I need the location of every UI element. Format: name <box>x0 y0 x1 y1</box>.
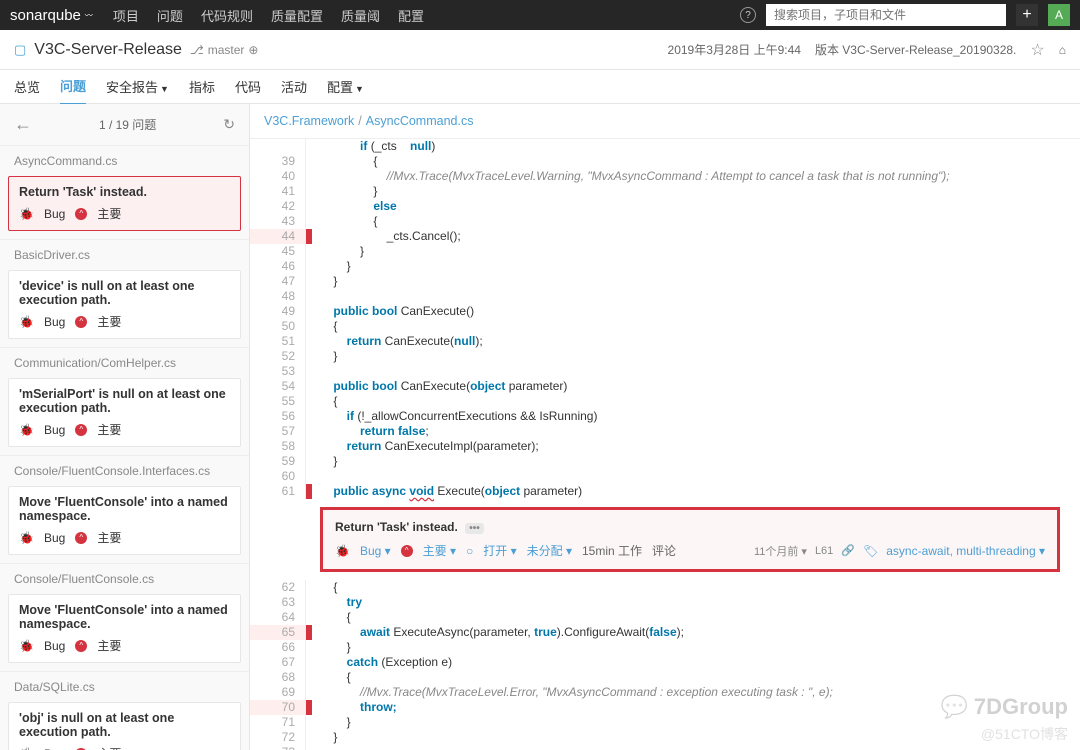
favorite-icon[interactable]: ☆ <box>1030 40 1044 60</box>
bug-icon: 🐞 <box>19 207 34 221</box>
issue-title: Return 'Task' instead. ••• <box>335 520 1045 534</box>
file-separator: Data/SQLite.cs <box>0 671 249 698</box>
severity-icon: ^ <box>75 640 87 652</box>
help-icon[interactable]: ? <box>740 7 756 23</box>
topnav-item[interactable]: 质量配置 <box>271 6 323 25</box>
issue-counter: 1 / 19 问题 <box>99 116 156 133</box>
project-name[interactable]: V3C-Server-Release <box>34 41 182 59</box>
project-icon: ▢ <box>14 42 26 58</box>
breadcrumb[interactable]: V3C.Framework/AsyncCommand.cs <box>250 104 1080 139</box>
branch-selector[interactable]: ⎇ master ⊕ <box>190 43 259 57</box>
bug-icon: 🐞 <box>19 531 34 545</box>
file-separator: Console/FluentConsole.cs <box>0 563 249 590</box>
tab[interactable]: 指标 <box>189 69 215 104</box>
top-nav: 项目问题代码规则质量配置质量阈配置 <box>113 6 740 25</box>
add-button[interactable]: + <box>1016 4 1038 26</box>
severity-icon: ^ <box>75 208 87 220</box>
watermark: 💬 7DGroup <box>940 694 1068 720</box>
severity-icon: ^ <box>75 316 87 328</box>
issue-item[interactable]: 'mSerialPort' is null on at least one ex… <box>8 378 241 447</box>
home-icon[interactable]: ⌂ <box>1059 43 1066 57</box>
tab[interactable]: 配置▼ <box>327 69 364 104</box>
severity-icon: ^ <box>75 532 87 544</box>
assign-selector[interactable]: 未分配 ▾ <box>527 542 572 559</box>
issue-item[interactable]: Move 'FluentConsole' into a named namesp… <box>8 594 241 663</box>
topnav-item[interactable]: 项目 <box>113 6 139 25</box>
comments-link[interactable]: 评论 <box>652 542 676 559</box>
watermark-source: @51CTO博客 <box>981 724 1068 744</box>
project-header: ▢ V3C-Server-Release ⎇ master ⊕ 2019年3月2… <box>0 30 1080 70</box>
severity-icon: ^ <box>75 424 87 436</box>
issue-highlight: Return 'Task' instead. •••🐞Bug ▾^主要 ▾○打开… <box>320 507 1060 572</box>
severity-selector[interactable]: 主要 ▾ <box>423 542 456 559</box>
tab[interactable]: 活动 <box>281 69 307 104</box>
severity-icon: ^ <box>401 545 413 557</box>
file-separator: Console/FluentConsole.Interfaces.cs <box>0 455 249 482</box>
effort-label: 15min 工作 <box>582 542 642 559</box>
search-input[interactable] <box>766 4 1006 26</box>
refresh-icon[interactable]: ↻ <box>223 116 235 133</box>
logo[interactable]: sonarqube 〰 <box>10 7 93 24</box>
bug-icon: 🐞 <box>19 315 34 329</box>
tags-selector[interactable]: async-await, multi-threading ▾ <box>886 544 1045 558</box>
issue-item[interactable]: Return 'Task' instead.🐞Bug ^主要 <box>8 176 241 231</box>
code-viewer: V3C.Framework/AsyncCommand.cs if (_cts n… <box>250 104 1080 750</box>
tag-icon: 🏷 <box>863 544 878 558</box>
tab[interactable]: 总览 <box>14 69 40 104</box>
bug-icon: 🐞 <box>335 544 350 558</box>
issue-item[interactable]: 'device' is null on at least one executi… <box>8 270 241 339</box>
bug-icon: 🐞 <box>19 747 34 750</box>
topnav-item[interactable]: 配置 <box>398 6 424 25</box>
topnav-item[interactable]: 质量阈 <box>341 6 380 25</box>
issue-item[interactable]: 'obj' is null on at least one execution … <box>8 702 241 750</box>
issues-sidebar: ← 1 / 19 问题 ↻ AsyncCommand.cs Return 'Tas… <box>0 104 250 750</box>
tab[interactable]: 安全报告▼ <box>106 69 169 104</box>
version-label: 版本 V3C-Server-Release_20190328. <box>815 41 1016 58</box>
top-bar: sonarqube 〰 项目问题代码规则质量配置质量阈配置 ? + A <box>0 0 1080 30</box>
project-tabs: 总览问题安全报告▼ 指标代码活动配置▼ <box>0 70 1080 104</box>
avatar[interactable]: A <box>1048 4 1070 26</box>
issue-age: 11个月前 ▾ <box>754 543 807 559</box>
issue-list: AsyncCommand.cs Return 'Task' instead.🐞Bu… <box>0 145 249 750</box>
status-selector[interactable]: 打开 ▾ <box>483 542 516 559</box>
type-selector[interactable]: Bug ▾ <box>360 544 391 558</box>
file-separator: BasicDriver.cs <box>0 239 249 266</box>
bug-icon: 🐞 <box>19 639 34 653</box>
back-icon[interactable]: ← <box>14 114 32 135</box>
issue-item[interactable]: Move 'FluentConsole' into a named namesp… <box>8 486 241 555</box>
tab[interactable]: 问题 <box>60 68 86 106</box>
file-separator: AsyncCommand.cs <box>0 145 249 172</box>
tab[interactable]: 代码 <box>235 69 261 104</box>
issue-line: L61 <box>815 545 833 557</box>
topnav-item[interactable]: 问题 <box>157 6 183 25</box>
file-separator: Communication/ComHelper.cs <box>0 347 249 374</box>
analysis-date: 2019年3月28日 上午9:44 <box>668 41 801 58</box>
permalink-icon[interactable]: 🔗 <box>841 544 855 557</box>
topnav-item[interactable]: 代码规则 <box>201 6 253 25</box>
bug-icon: 🐞 <box>19 423 34 437</box>
